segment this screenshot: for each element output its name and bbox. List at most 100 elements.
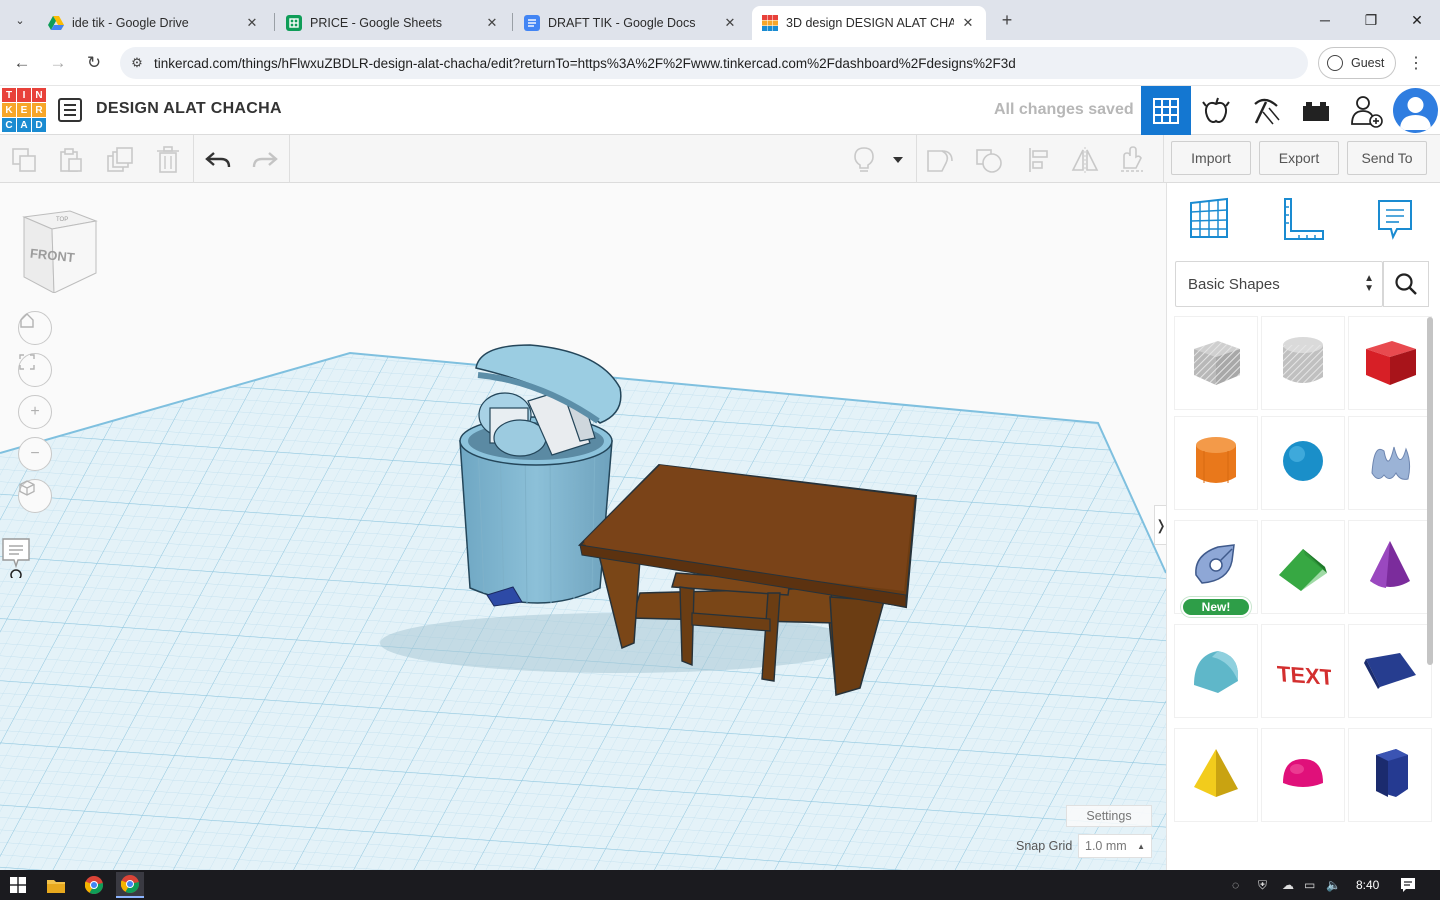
shape-wedge[interactable] [1349,625,1431,717]
zoom-in-button[interactable]: + [18,395,52,429]
design-title[interactable]: DESIGN ALAT CHACHA [96,100,282,118]
chrome-icon [85,876,103,894]
windows-logo-icon [10,877,26,893]
shape-cylinder[interactable] [1175,417,1257,509]
export-button[interactable]: Export [1259,141,1339,175]
browser-tab-strip: ⌄ ide tik - Google Drive ✕ PRICE - Googl… [0,0,1440,40]
copy-button[interactable] [9,145,39,175]
omnibox[interactable]: ⚙ tinkercad.com/things/hFlwxuZBDLR-desig… [120,47,1308,79]
chrome-taskbar-button[interactable] [84,875,104,895]
cloud-icon[interactable]: ☁ [1282,878,1294,892]
shape-library-select[interactable]: Basic Shapes ▲ ▼ [1175,261,1383,307]
back-button[interactable]: ← [9,50,35,76]
shape-box[interactable] [1349,317,1431,409]
close-icon[interactable]: ✕ [484,15,500,31]
snap-grid-value: 1.0 mm [1085,839,1127,853]
volume-icon[interactable]: 🔈 [1326,878,1341,892]
tinkercad-logo[interactable]: TIN KER CAD [2,88,46,132]
import-button[interactable]: Import [1171,141,1251,175]
invite-button[interactable] [1341,86,1391,135]
ortho-view-button[interactable] [18,479,52,513]
start-button[interactable] [8,875,28,895]
fit-view-button[interactable] [18,353,52,387]
blocks-button[interactable] [1241,86,1291,135]
chrome-active-taskbar-button[interactable] [116,872,144,898]
shape-roof[interactable] [1262,521,1344,613]
notifications-button[interactable] [1398,875,1418,895]
tab-search-button[interactable]: ⌄ [8,8,32,32]
shape-cone[interactable] [1349,521,1431,613]
close-icon[interactable]: ✕ [244,15,260,31]
workplane-canvas[interactable] [0,183,1166,870]
restore-button[interactable]: ❐ [1348,0,1394,40]
reload-button[interactable]: ↻ [81,50,107,76]
zoom-out-button[interactable]: − [18,437,52,471]
shape-scribble[interactable] [1349,417,1431,509]
roof-icon [1275,537,1331,598]
close-icon[interactable]: ✕ [722,15,738,31]
note-bubble-icon [1378,200,1412,240]
light-dropdown[interactable] [886,145,910,175]
duplicate-button[interactable] [105,145,135,175]
bricks-button[interactable] [1291,86,1341,135]
delete-button[interactable] [153,145,183,175]
close-icon[interactable]: ✕ [960,15,976,31]
shape-box-hole[interactable] [1175,317,1257,409]
view-cube[interactable]: FRONT TOP [18,207,104,293]
minimize-button[interactable]: ─ [1302,0,1348,40]
shape-sphere[interactable] [1262,417,1344,509]
group-button[interactable] [925,145,955,175]
home-view-button[interactable] [18,311,52,345]
undo-button[interactable] [203,145,233,175]
shape-polygon[interactable] [1349,729,1431,821]
send-to-button[interactable]: Send To [1347,141,1427,175]
light-button[interactable] [849,145,879,175]
search-icon [1395,273,1417,295]
cruise-button[interactable] [1117,145,1147,175]
forward-button[interactable]: → [45,50,71,76]
shape-text[interactable]: TEXT [1262,625,1344,717]
shape-shape-generator[interactable]: New! [1175,521,1257,617]
collapse-panel-button[interactable]: ❭ [1154,505,1166,545]
copy-icon [12,148,36,172]
align-button[interactable] [1024,145,1054,175]
ruler-button[interactable] [1281,197,1325,241]
tab-tinkercad[interactable]: 3D design DESIGN ALAT CHACHA | Tinkercad… [752,6,986,40]
tab-google-drive[interactable]: ide tik - Google Drive ✕ [38,6,270,40]
shape-half-sphere[interactable] [1262,729,1344,821]
snap-grid-select[interactable]: 1.0 mm ▲ [1078,834,1152,858]
mirror-button[interactable] [1070,145,1100,175]
redo-button[interactable] [250,145,280,175]
settings-button[interactable]: Settings [1066,805,1152,827]
panel-scrollbar[interactable] [1427,317,1433,665]
paste-button[interactable] [56,145,86,175]
shape-cylinder-hole[interactable] [1262,317,1344,409]
profile-button[interactable]: Guest [1318,47,1396,79]
url-text[interactable]: tinkercad.com/things/hFlwxuZBDLR-design-… [154,56,1016,71]
shape-round-roof[interactable] [1175,625,1257,717]
display-icon[interactable]: ▭ [1304,878,1315,892]
workplane-viewport[interactable]: FRONT TOP + − ❭ Settings Snap Grid 1.0 m… [0,183,1166,870]
home-icon [20,313,34,328]
notes-tool-button[interactable] [1373,197,1417,241]
tab-google-sheets[interactable]: PRICE - Google Sheets ✕ [276,6,510,40]
design-list-icon[interactable] [58,98,82,122]
security-icon[interactable]: ⛨ [1258,878,1267,893]
network-activity-icon[interactable]: ◌ [1232,878,1239,892]
close-window-button[interactable]: ✕ [1394,0,1440,40]
shape-search-button[interactable] [1383,261,1429,307]
workplane-button[interactable] [1187,197,1231,241]
site-info-icon[interactable]: ⚙ [120,55,154,71]
shape-pyramid[interactable] [1175,729,1257,821]
tab-google-docs[interactable]: DRAFT TIK - Google Docs ✕ [514,6,748,40]
3d-view-button[interactable] [1141,86,1191,135]
ungroup-button[interactable] [974,145,1004,175]
new-tab-button[interactable]: + [996,9,1018,31]
browser-menu-icon[interactable]: ⋮ [1408,53,1424,73]
notes-button[interactable] [2,538,30,578]
sim-lab-button[interactable] [1191,86,1241,135]
file-explorer-button[interactable] [46,875,66,895]
google-drive-icon [48,15,64,31]
clock-time[interactable]: 8:40 [1356,878,1379,892]
user-avatar[interactable] [1393,88,1438,133]
